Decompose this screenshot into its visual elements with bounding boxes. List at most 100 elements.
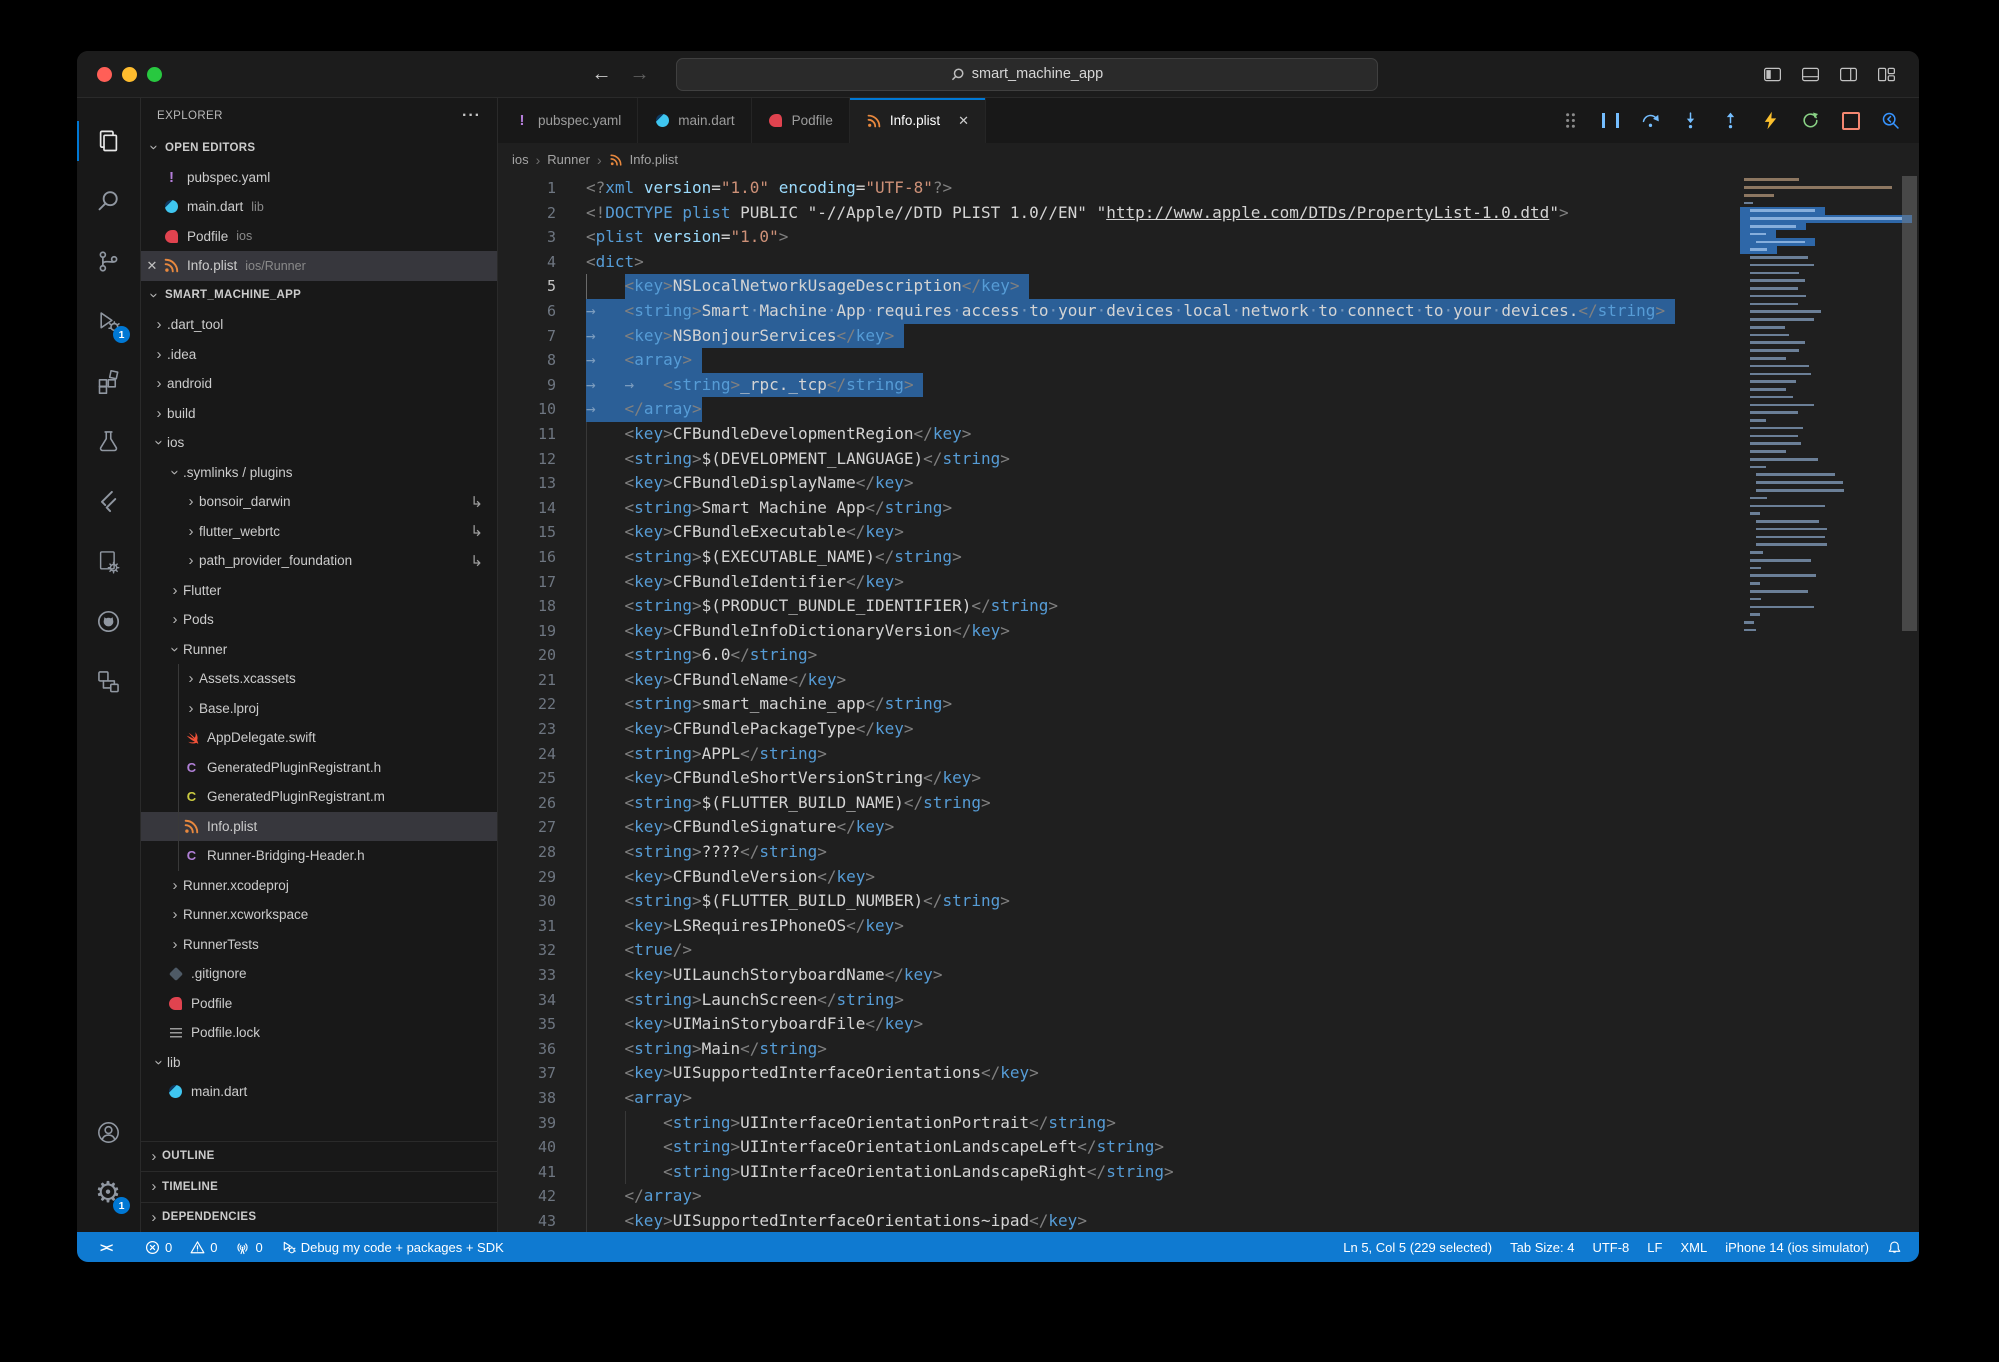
- tree-folder-flutter-webrtc[interactable]: ›flutter_webrtc↳: [141, 517, 497, 547]
- status-notifications[interactable]: [1878, 1232, 1911, 1262]
- layout-panel-icon[interactable]: [1800, 64, 1821, 85]
- activity-file-gear[interactable]: [77, 531, 140, 591]
- tab-info-plist[interactable]: Info.plist✕: [850, 98, 986, 143]
- restart-icon[interactable]: [1800, 110, 1821, 131]
- tree-folder--idea[interactable]: ›.idea: [141, 340, 497, 370]
- activity-extensions[interactable]: [77, 351, 140, 411]
- tree-folder-lib[interactable]: ›lib: [141, 1048, 497, 1078]
- tree-folder-runner[interactable]: ›Runner: [141, 635, 497, 665]
- tree-file--gitignore[interactable]: .gitignore: [141, 959, 497, 989]
- vertical-scrollbar[interactable]: [1900, 176, 1919, 1232]
- stop-icon[interactable]: [1840, 110, 1861, 131]
- tree-folder-build[interactable]: ›build: [141, 399, 497, 429]
- step-out-icon[interactable]: [1720, 110, 1741, 131]
- tree-file-podfile[interactable]: Podfile: [141, 989, 497, 1019]
- project-root-header[interactable]: › SMART_MACHINE_APP: [141, 281, 497, 311]
- layout-custom-icon[interactable]: [1876, 64, 1897, 85]
- activity-source-control[interactable]: [77, 231, 140, 291]
- step-into-icon[interactable]: [1680, 110, 1701, 131]
- status-ports[interactable]: 0: [226, 1232, 271, 1262]
- section-dependencies[interactable]: ›DEPENDENCIES: [141, 1202, 497, 1233]
- pause-icon[interactable]: [1600, 110, 1621, 131]
- minimap-line: [1740, 549, 1900, 557]
- tree-file-runner-bridging-header-h[interactable]: CRunner-Bridging-Header.h: [141, 841, 497, 871]
- tree-folder-runnertests[interactable]: ›RunnerTests: [141, 930, 497, 960]
- flutter-icon: [95, 488, 122, 515]
- tree-folder-path-provider-foundation[interactable]: ›path_provider_foundation↳: [141, 546, 497, 576]
- tree-folder-android[interactable]: ›android: [141, 369, 497, 399]
- tree-folder-flutter[interactable]: ›Flutter: [141, 576, 497, 606]
- status-warnings[interactable]: 0: [181, 1232, 226, 1262]
- status-eol[interactable]: LF: [1638, 1232, 1671, 1262]
- activity-files[interactable]: [77, 111, 140, 171]
- code-editor[interactable]: 1<?xml version="1.0" encoding="UTF-8"?>2…: [498, 176, 1919, 1232]
- status-indentation[interactable]: Tab Size: 4: [1501, 1232, 1583, 1262]
- section-timeline[interactable]: ›TIMELINE: [141, 1171, 497, 1202]
- status-encoding[interactable]: UTF-8: [1583, 1232, 1638, 1262]
- zoom-window-button[interactable]: [147, 67, 162, 82]
- tree-file-generatedpluginregistrant-m[interactable]: CGeneratedPluginRegistrant.m: [141, 782, 497, 812]
- activity-search[interactable]: [77, 171, 140, 231]
- back-icon[interactable]: ←: [592, 63, 612, 86]
- tab-main-dart[interactable]: main.dart: [638, 98, 751, 143]
- activity-references[interactable]: [77, 651, 140, 711]
- activity-run-debug[interactable]: 1: [77, 291, 140, 351]
- step-over-icon[interactable]: [1640, 110, 1661, 131]
- activity-testing[interactable]: [77, 411, 140, 471]
- status-cursor-position[interactable]: Ln 5, Col 5 (229 selected): [1334, 1232, 1501, 1262]
- tree-folder-runner-xcworkspace[interactable]: ›Runner.xcworkspace: [141, 900, 497, 930]
- status-language-mode[interactable]: XML: [1671, 1232, 1716, 1262]
- tree-folder--dart-tool[interactable]: ›.dart_tool: [141, 310, 497, 340]
- layout-sidebar-right-icon[interactable]: [1838, 64, 1859, 85]
- tree-folder-runner-xcodeproj[interactable]: ›Runner.xcodeproj: [141, 871, 497, 901]
- hot-reload-icon[interactable]: [1760, 110, 1781, 131]
- status-flutter-device[interactable]: iPhone 14 (ios simulator): [1716, 1232, 1878, 1262]
- tree-folder-pods[interactable]: ›Pods: [141, 605, 497, 635]
- breadcrumb-item[interactable]: Info.plist: [630, 152, 678, 167]
- tree-file-appdelegate-swift[interactable]: AppDelegate.swift: [141, 723, 497, 753]
- status-launch-config[interactable]: Debug my code + packages + SDK: [272, 1232, 513, 1262]
- forward-icon[interactable]: →: [630, 63, 650, 86]
- tree-file-generatedpluginregistrant-h[interactable]: CGeneratedPluginRegistrant.h: [141, 753, 497, 783]
- inspector-icon[interactable]: [1880, 110, 1901, 131]
- scrollbar-thumb[interactable]: [1902, 176, 1917, 631]
- grip-icon[interactable]: [1560, 110, 1581, 131]
- tree-folder--symlinks-plugins[interactable]: ›.symlinks / plugins: [141, 458, 497, 488]
- minimap[interactable]: [1740, 176, 1900, 1232]
- command-center-search[interactable]: smart_machine_app: [676, 58, 1378, 91]
- section-outline[interactable]: ›OUTLINE: [141, 1141, 497, 1172]
- open-editor-item[interactable]: !pubspec.yaml: [141, 163, 497, 193]
- activity-account[interactable]: [77, 1102, 140, 1162]
- breadcrumb-item[interactable]: ios: [512, 152, 529, 167]
- tab-podfile[interactable]: Podfile: [752, 98, 850, 143]
- debug-icon: [281, 1240, 296, 1255]
- activity-settings-gear[interactable]: ⚙1: [77, 1162, 140, 1222]
- activity-flutter[interactable]: [77, 471, 140, 531]
- open-editor-item[interactable]: Podfileios: [141, 222, 497, 252]
- tree-file-info-plist[interactable]: Info.plist: [141, 812, 497, 842]
- minimize-window-button[interactable]: [122, 67, 137, 82]
- tab-pubspec-yaml[interactable]: !pubspec.yaml: [498, 98, 638, 143]
- tree-file-podfile-lock[interactable]: Podfile.lock: [141, 1018, 497, 1048]
- activity-github[interactable]: [77, 591, 140, 651]
- breadcrumb-item[interactable]: Runner: [547, 152, 590, 167]
- tree-folder-ios[interactable]: ›ios: [141, 428, 497, 458]
- close-window-button[interactable]: [97, 67, 112, 82]
- tree-item-label: Runner: [183, 642, 227, 657]
- code-line-content: <array>: [586, 1086, 692, 1111]
- close-icon[interactable]: ✕: [958, 113, 969, 129]
- line-number: 4: [498, 250, 556, 275]
- status-errors[interactable]: 0: [136, 1232, 181, 1262]
- more-actions-icon[interactable]: ···: [462, 107, 481, 125]
- open-editors-header[interactable]: › OPEN EDITORS: [141, 133, 497, 163]
- tree-folder-assets-xcassets[interactable]: ›Assets.xcassets: [141, 664, 497, 694]
- status-remote-indicator[interactable]: ><: [77, 1232, 136, 1262]
- tree-folder-bonsoir-darwin[interactable]: ›bonsoir_darwin↳: [141, 487, 497, 517]
- close-icon[interactable]: ✕: [141, 258, 163, 274]
- tree-file-main-dart[interactable]: main.dart: [141, 1077, 497, 1107]
- open-editor-item[interactable]: ✕Info.plistios/Runner: [141, 251, 497, 281]
- references-icon: [95, 668, 122, 695]
- tree-folder-base-lproj[interactable]: ›Base.lproj: [141, 694, 497, 724]
- layout-sidebar-left-icon[interactable]: [1762, 64, 1783, 85]
- open-editor-item[interactable]: main.dartlib: [141, 192, 497, 222]
